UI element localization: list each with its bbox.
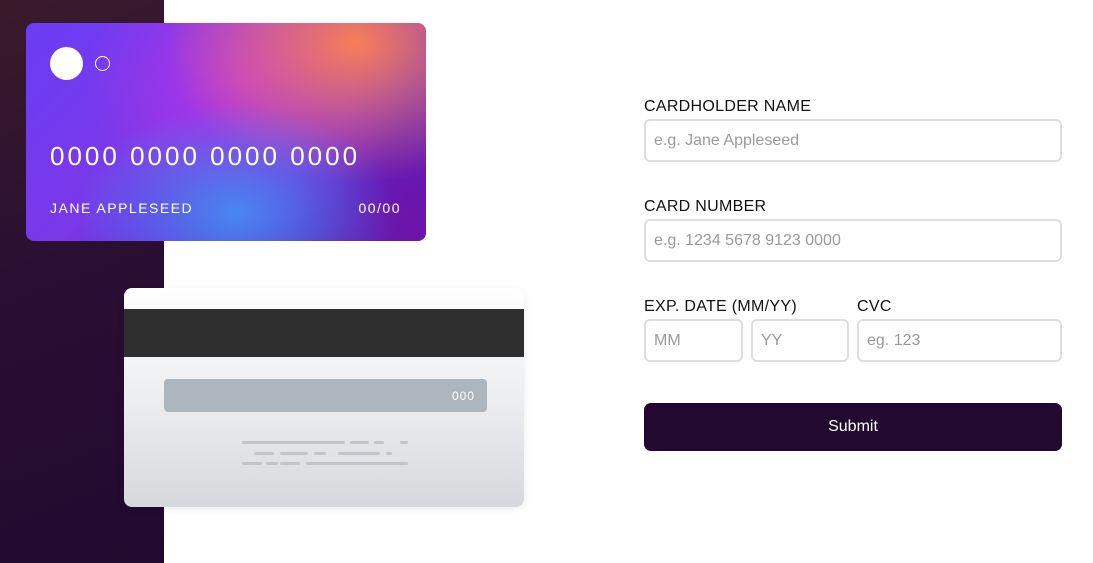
cvc-label: CVC (857, 298, 892, 315)
card-back-decor-line (280, 452, 308, 455)
card-front-number: 0000 0000 0000 0000 (50, 141, 361, 171)
card-back-decor-line (266, 462, 278, 465)
card-back-cvc: 000 (451, 389, 475, 403)
card-back-decor-line (306, 462, 408, 465)
card-back-decor-line (338, 452, 380, 455)
card-back-decor-line (374, 441, 384, 444)
card-logo-circle-small (95, 56, 110, 71)
magnetic-stripe (124, 309, 524, 357)
card-front-expiry: 00/00 (358, 200, 401, 216)
card-logo-circle-large (50, 47, 83, 80)
signature-strip: 000 (164, 379, 487, 412)
card-back-decor-line (254, 452, 274, 455)
card-back-decor-line (242, 441, 345, 444)
card-back-decor-line (400, 441, 408, 444)
card-number-label: CARD NUMBER (644, 198, 767, 215)
card-number-input[interactable] (644, 219, 1062, 262)
card-back-decor-line (314, 452, 326, 455)
card-back-decor-line (350, 441, 369, 444)
cvc-input[interactable] (857, 319, 1062, 362)
card-back-decor-line (242, 462, 262, 465)
exp-date-label: EXP. DATE (MM/YY) (644, 298, 797, 315)
card-back-decor-line (386, 452, 392, 455)
card-back: 000 (124, 288, 524, 507)
submit-button[interactable]: Submit (644, 403, 1062, 451)
card-front-holder-name: JANE APPLESEED (50, 200, 194, 216)
card-front: 0000 0000 0000 0000 JANE APPLESEED 00/00 (26, 23, 426, 241)
card-back-decor-line (280, 462, 300, 465)
exp-month-input[interactable] (644, 319, 743, 362)
cardholder-name-input[interactable] (644, 119, 1062, 162)
exp-year-input[interactable] (751, 319, 849, 362)
cardholder-name-label: CARDHOLDER NAME (644, 98, 812, 115)
